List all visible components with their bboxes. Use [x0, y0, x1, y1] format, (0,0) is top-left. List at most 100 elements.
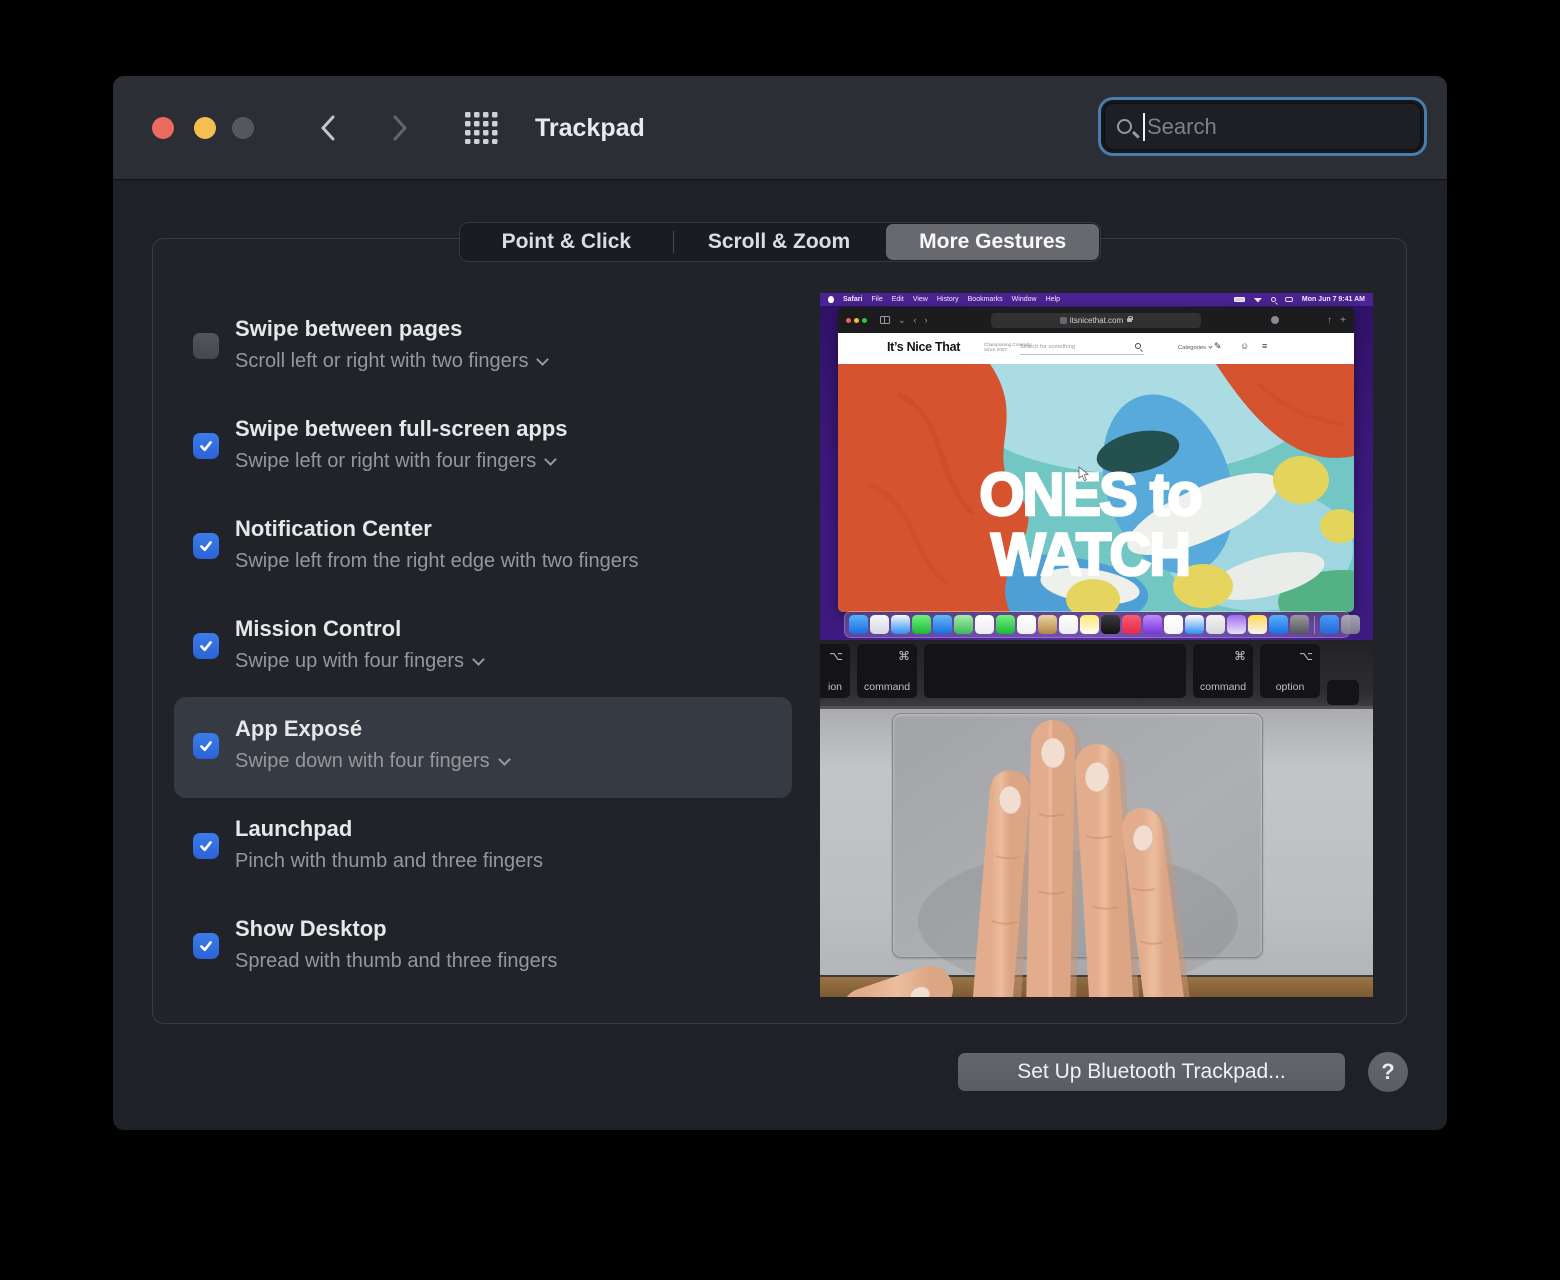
key-option: ⌥option [1260, 644, 1320, 698]
site-search-input: Search for something [1020, 344, 1144, 355]
gesture-subtitle: Swipe left from the right edge with two … [235, 548, 639, 574]
mini-minimize-button [854, 318, 859, 323]
checkbox-checked-mission-control[interactable] [193, 633, 219, 659]
gesture-text: LaunchpadPinch with thumb and three fing… [235, 815, 543, 874]
checkbox-checked-launchpad[interactable] [193, 833, 219, 859]
tab-point-click[interactable]: Point & Click [460, 223, 673, 261]
dock-icon-mail [933, 615, 952, 634]
mini-chevron-down-icon: ⌄ [898, 315, 906, 326]
lock-icon [1127, 318, 1132, 322]
checkbox-checked-notification-center[interactable] [193, 533, 219, 559]
mini-menu-view: View [913, 296, 928, 303]
gesture-demo-video: SafariFileEditViewHistoryBookmarksWindow… [820, 293, 1373, 997]
gesture-row-mission-control[interactable]: Mission ControlSwipe up with four finger… [174, 608, 792, 708]
site-categories-menu: Categories [1178, 345, 1212, 351]
gesture-title: Swipe between pages [235, 315, 547, 343]
gesture-text: Show DesktopSpread with thumb and three … [235, 915, 557, 974]
chevron-down-icon[interactable] [472, 653, 485, 666]
extension-icon [1271, 316, 1279, 324]
hand-illustration [820, 706, 1373, 997]
new-tab-icon: + [1340, 315, 1346, 326]
back-button[interactable] [309, 109, 347, 147]
gesture-row-notification-center[interactable]: Notification Center Swipe left from the r… [174, 508, 792, 608]
gesture-row-swipe-between-pages[interactable]: Swipe between pages Scroll left or right … [174, 308, 792, 408]
checkbox-checked-app-expos[interactable] [193, 733, 219, 759]
mini-menu-history: History [937, 296, 959, 303]
chevron-down-icon[interactable] [544, 453, 557, 466]
doodle-icon: ✎ [1214, 341, 1222, 352]
gesture-text: App ExposéSwipe down with four fingers [235, 715, 509, 774]
dock-icon-settings [1290, 615, 1309, 634]
gesture-row-show-desktop[interactable]: Show DesktopSpread with thumb and three … [174, 908, 792, 1008]
set-up-bluetooth-trackpad-button[interactable]: Set Up Bluetooth Trackpad... [958, 1053, 1345, 1091]
laptop-body [820, 706, 1373, 997]
hero-artwork: ONES to WATCH [838, 364, 1354, 612]
dock-icon-news [1164, 615, 1183, 634]
checkbox-unchecked-swipe-between-pages[interactable] [193, 333, 219, 359]
mini-zoom-button [862, 318, 867, 323]
checkmark-icon [198, 438, 214, 454]
site-search-icon [1135, 343, 1141, 349]
window-title: Trackpad [535, 114, 645, 143]
gesture-title: App Exposé [235, 715, 509, 743]
mini-menubar-items: SafariFileEditViewHistoryBookmarksWindow… [843, 296, 1060, 303]
gesture-row-launchpad[interactable]: LaunchpadPinch with thumb and three fing… [174, 808, 792, 908]
mini-safari-toolbar: ⌄ ‹ › itsnicethat.com ↑ + [838, 307, 1354, 333]
key-ion: ⌥ion [820, 644, 850, 698]
gesture-row-swipe-between-full-screen-apps[interactable]: Swipe between full-screen appsSwipe left… [174, 408, 792, 508]
hero-line1: ONES to [979, 460, 1200, 528]
search-box [1098, 97, 1427, 156]
mini-desktop: SafariFileEditViewHistoryBookmarksWindow… [820, 293, 1373, 640]
zoom-button[interactable] [232, 117, 254, 139]
dock-icon-downloads [1320, 615, 1339, 634]
dock-divider [1314, 616, 1315, 634]
menubar-clock: Mon Jun 7 9:41 AM [1302, 296, 1365, 303]
gesture-subtitle: Scroll left or right with two fingers [235, 348, 547, 374]
chevron-down-icon[interactable] [498, 753, 511, 766]
minimize-button[interactable] [194, 117, 216, 139]
tab-scroll-zoom[interactable]: Scroll & Zoom [673, 223, 886, 261]
search-input[interactable] [1147, 114, 1435, 140]
apple-logo-icon [828, 296, 834, 303]
dock-icon-reminders [1059, 615, 1078, 634]
dock-icon-photos [975, 615, 994, 634]
key-command: ⌘command [1193, 644, 1253, 698]
tab-bar: Point & ClickScroll & ZoomMore Gestures [459, 222, 1101, 262]
dock-icon-stats [1227, 615, 1246, 634]
gesture-row-app-expos[interactable]: App ExposéSwipe down with four fingers [174, 708, 792, 808]
gesture-title: Show Desktop [235, 915, 557, 943]
dock-icon-trash [1341, 615, 1360, 634]
dock-icon-photobooth [1206, 615, 1225, 634]
grid-icon [465, 112, 499, 144]
checkbox-checked-show-desktop[interactable] [193, 933, 219, 959]
dock-icon-music [1122, 615, 1141, 634]
mini-menu-window: Window [1012, 296, 1037, 303]
gesture-text: Notification Center Swipe left from the r… [235, 515, 639, 574]
chevron-down-icon[interactable] [537, 353, 550, 366]
close-button[interactable] [152, 117, 174, 139]
dock-icon-podcasts [1143, 615, 1162, 634]
sidebar-icon [880, 316, 890, 324]
mini-menu-bookmarks: Bookmarks [968, 296, 1003, 303]
key-edge-right [1327, 680, 1359, 705]
mini-menu-edit: Edit [892, 296, 904, 303]
dock-icon-maps [954, 615, 973, 634]
mini-menu-help: Help [1046, 296, 1060, 303]
gesture-text: Swipe between pages Scroll left or right … [235, 315, 547, 374]
favicon [1060, 317, 1067, 324]
spotlight-icon [1271, 297, 1276, 302]
chevron-right-icon [389, 113, 411, 143]
gesture-title: Notification Center [235, 515, 639, 543]
dock-icon-notes [1080, 615, 1099, 634]
dock-icon-contacts [1038, 615, 1057, 634]
checkbox-checked-swipe-between-full-screen-apps[interactable] [193, 433, 219, 459]
wifi-icon [1254, 297, 1262, 303]
show-all-preferences-button[interactable] [465, 112, 499, 144]
forward-button[interactable] [381, 109, 419, 147]
mini-address-bar: itsnicethat.com [991, 313, 1201, 328]
gesture-subtitle: Pinch with thumb and three fingers [235, 848, 543, 874]
tab-more-gestures[interactable]: More Gestures [886, 224, 1099, 260]
site-brand: It’s Nice That [887, 340, 960, 354]
help-button[interactable]: ? [1368, 1052, 1408, 1092]
gesture-list: Swipe between pages Scroll left or right … [174, 308, 792, 1008]
